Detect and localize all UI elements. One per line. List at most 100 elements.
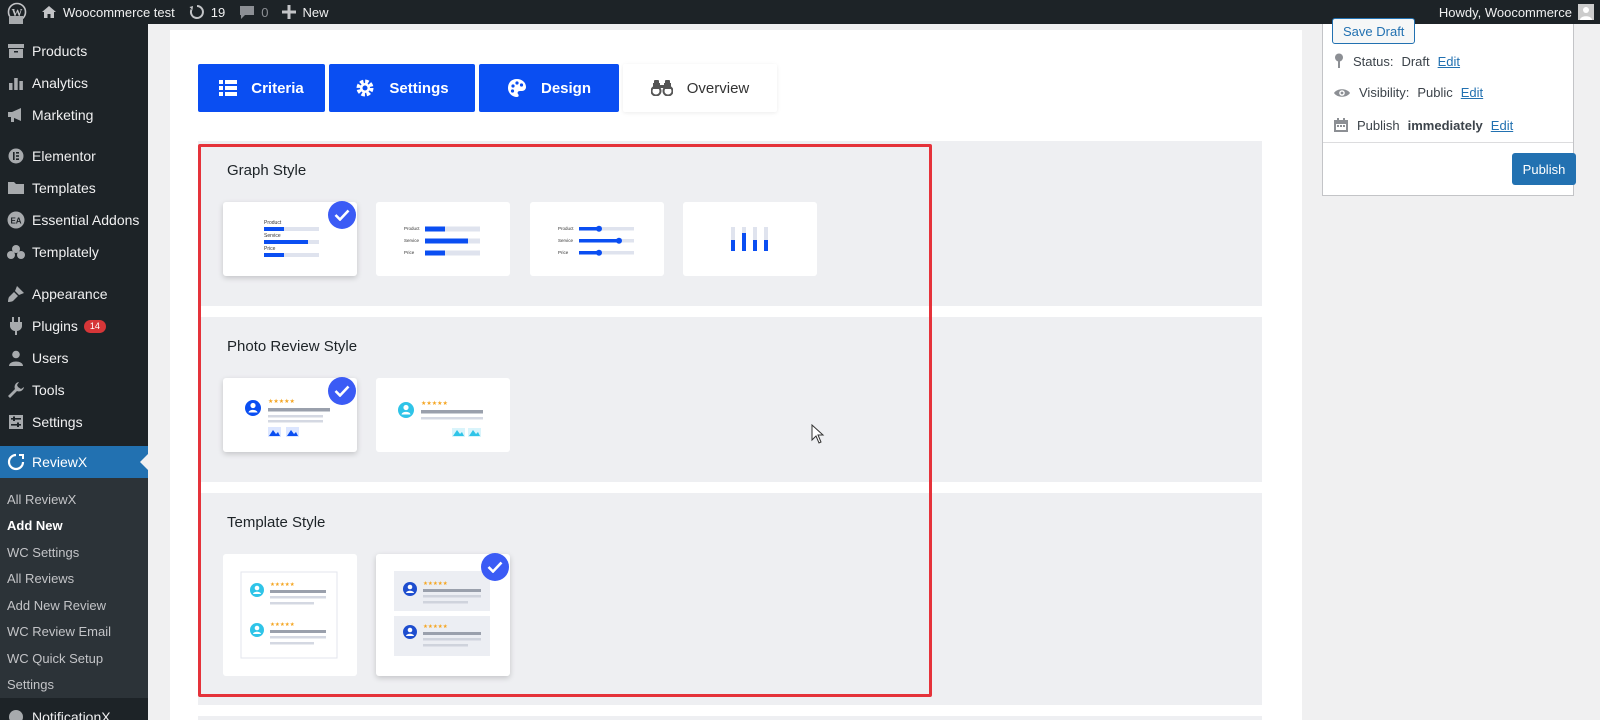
plugins-update-badge: 14 [83, 319, 106, 333]
sidebar-item-partial-top[interactable] [0, 10, 148, 32]
plus-icon [282, 5, 297, 19]
sidebar-item-reviewx[interactable]: ReviewX [0, 446, 148, 478]
binoculars-icon [650, 80, 673, 96]
sidebar-item-marketing[interactable]: Marketing [0, 99, 148, 131]
sidebar-item-label: Products [32, 43, 88, 59]
submenu-all-reviewx[interactable]: All ReviewX [7, 490, 76, 510]
sidebar-item-products[interactable]: Products [0, 35, 148, 67]
new-content-link[interactable]: New [275, 0, 335, 24]
sidebar-item-label: Templately [32, 244, 99, 260]
graph-style-preview-inline-bars: Product Service Price [404, 226, 480, 256]
sidebar-item-analytics[interactable]: Analytics [0, 67, 148, 99]
graph-style-option-2[interactable]: Product Service Price [376, 202, 510, 276]
avatar [1578, 4, 1594, 20]
sidebar-item-label: Tools [32, 382, 65, 398]
publish-button[interactable]: Publish [1512, 153, 1576, 185]
submenu-wc-review-email[interactable]: WC Review Email [7, 622, 111, 642]
brush-icon [6, 284, 26, 304]
svg-text:★★★★★: ★★★★★ [423, 624, 448, 630]
submenu-all-reviews[interactable]: All Reviews [7, 569, 74, 589]
visibility-value: Public [1417, 85, 1453, 100]
svg-text:EA: EA [10, 217, 21, 226]
sidebar-item-notificationx[interactable]: NotificationX [0, 706, 148, 720]
svg-text:Product: Product [404, 226, 420, 231]
tab-settings[interactable]: Settings [329, 64, 475, 112]
svg-text:★★★★★: ★★★★★ [421, 400, 448, 407]
submenu-add-new[interactable]: Add New [7, 516, 63, 536]
sidebar-item-templates[interactable]: Templates [0, 172, 148, 204]
notificationx-icon [6, 707, 26, 720]
svg-text:★★★★★: ★★★★★ [270, 622, 295, 628]
updates-link[interactable]: 19 [182, 0, 232, 24]
svg-text:Price: Price [558, 250, 569, 255]
sidebar-item-tools[interactable]: Tools [0, 374, 148, 406]
comments-count: 0 [261, 4, 269, 20]
sidebar-item-elementor[interactable]: Elementor [0, 140, 148, 172]
template-style-option-1[interactable]: ★★★★★ ★★★★★ [223, 554, 357, 676]
sidebar-item-appearance[interactable]: Appearance [0, 278, 148, 310]
sidebar-item-label: NotificationX [32, 709, 111, 720]
section-title-graph-style: Graph Style [227, 162, 307, 179]
sidebar-item-essential-addons[interactable]: EA Essential Addons [0, 204, 148, 236]
gear-icon [356, 79, 374, 97]
selected-check-icon [481, 553, 509, 581]
calendar-icon [1334, 118, 1348, 132]
sidebar-item-label: Elementor [32, 148, 96, 164]
visibility-edit-link[interactable]: Edit [1461, 85, 1483, 100]
sidebar-item-label: Users [32, 350, 69, 366]
list-icon [219, 80, 238, 96]
sidebar-item-settings[interactable]: Settings [0, 406, 148, 438]
status-value: Draft [1401, 53, 1430, 69]
tab-design[interactable]: Design [479, 64, 619, 112]
plug-icon [6, 316, 26, 336]
pin-icon [1335, 53, 1343, 68]
sidebar-item-plugins[interactable]: Plugins 14 [0, 310, 148, 342]
my-account-link[interactable]: Howdy, Woocommerce [1432, 0, 1600, 24]
section-title-template-style: Template Style [227, 514, 326, 531]
sidebar-item-label: Settings [32, 414, 83, 430]
status-label: Status: [1353, 53, 1394, 69]
publish-metabox: Save Draft Status: Draft Edit Visibility… [1322, 18, 1576, 196]
graph-style-option-4[interactable] [683, 202, 817, 276]
submenu-wc-quick-setup[interactable]: WC Quick Setup [7, 649, 103, 669]
status-edit-link[interactable]: Edit [1438, 54, 1460, 69]
new-label: New [302, 4, 329, 20]
selected-check-icon [328, 377, 356, 405]
section-title-photo-review-style: Photo Review Style [227, 338, 358, 355]
photo-review-style-section [198, 317, 1262, 482]
settings-icon [6, 412, 26, 432]
publish-date-value: immediately [1407, 117, 1483, 133]
sidebar-item-label: Templates [32, 180, 96, 196]
publish-date-row: Publish immediately Edit [1333, 117, 1513, 133]
comments-link[interactable]: 0 [232, 0, 275, 24]
svg-text:Product: Product [558, 226, 574, 231]
sidebar-item-label: Marketing [32, 107, 94, 123]
folder-icon [6, 178, 26, 198]
tab-criteria[interactable]: Criteria [198, 64, 325, 112]
sidebar-item-users[interactable]: Users [0, 342, 148, 374]
archive-icon [6, 41, 26, 61]
sidebar-item-label: Essential Addons [32, 212, 140, 228]
publish-date-edit-link[interactable]: Edit [1491, 118, 1513, 133]
submenu-wc-settings[interactable]: WC Settings [7, 543, 79, 563]
updates-count: 19 [210, 4, 226, 20]
user-icon [6, 348, 26, 368]
photo-review-style-option-2[interactable]: ★★★★★ [376, 378, 510, 452]
reviewx-submenu: All ReviewX Add New WC Settings All Revi… [0, 478, 148, 698]
svg-text:Service: Service [404, 238, 420, 243]
graph-style-preview-slider-bars: Product Service Price [558, 225, 634, 256]
graph-style-option-3[interactable]: Product Service Price [530, 202, 664, 276]
graph-style-preview-vertical-bars [731, 227, 768, 251]
tab-overview[interactable]: Overview [623, 64, 777, 112]
submenu-settings[interactable]: Settings [7, 675, 54, 695]
svg-text:Service: Service [558, 238, 574, 243]
sidebar-item-templately[interactable]: Templately [0, 236, 148, 268]
submenu-add-new-review[interactable]: Add New Review [7, 596, 106, 616]
tab-label: Criteria [251, 79, 304, 97]
mouse-cursor-icon [811, 424, 825, 444]
save-draft-button[interactable]: Save Draft [1332, 18, 1416, 44]
elementor-icon [6, 146, 26, 166]
tab-label: Settings [389, 79, 449, 97]
eye-icon [1334, 88, 1350, 97]
status-row: Status: Draft Edit [1333, 53, 1460, 69]
